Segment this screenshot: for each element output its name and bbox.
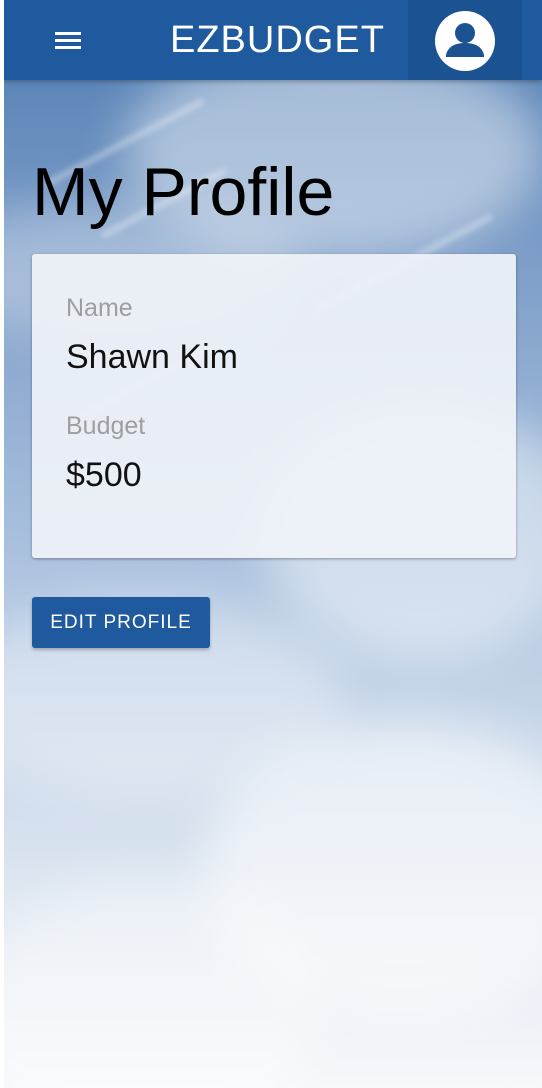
app-title: EZBUDGET: [170, 19, 385, 61]
edit-profile-button[interactable]: EDIT PROFILE: [32, 597, 210, 648]
name-label: Name: [66, 294, 133, 322]
profile-card: Name Shawn Kim Budget $500: [32, 254, 516, 558]
budget-value: $500: [66, 456, 142, 494]
hamburger-menu-icon: [44, 18, 92, 62]
menu-button[interactable]: [44, 18, 92, 62]
account-button[interactable]: [408, 0, 522, 80]
name-value: Shawn Kim: [66, 338, 238, 376]
window-edge: [0, 0, 4, 1088]
app-bar: EZBUDGET: [4, 0, 542, 80]
page-title: My Profile: [32, 154, 335, 230]
budget-label: Budget: [66, 412, 146, 440]
account-circle-icon: [435, 11, 495, 71]
